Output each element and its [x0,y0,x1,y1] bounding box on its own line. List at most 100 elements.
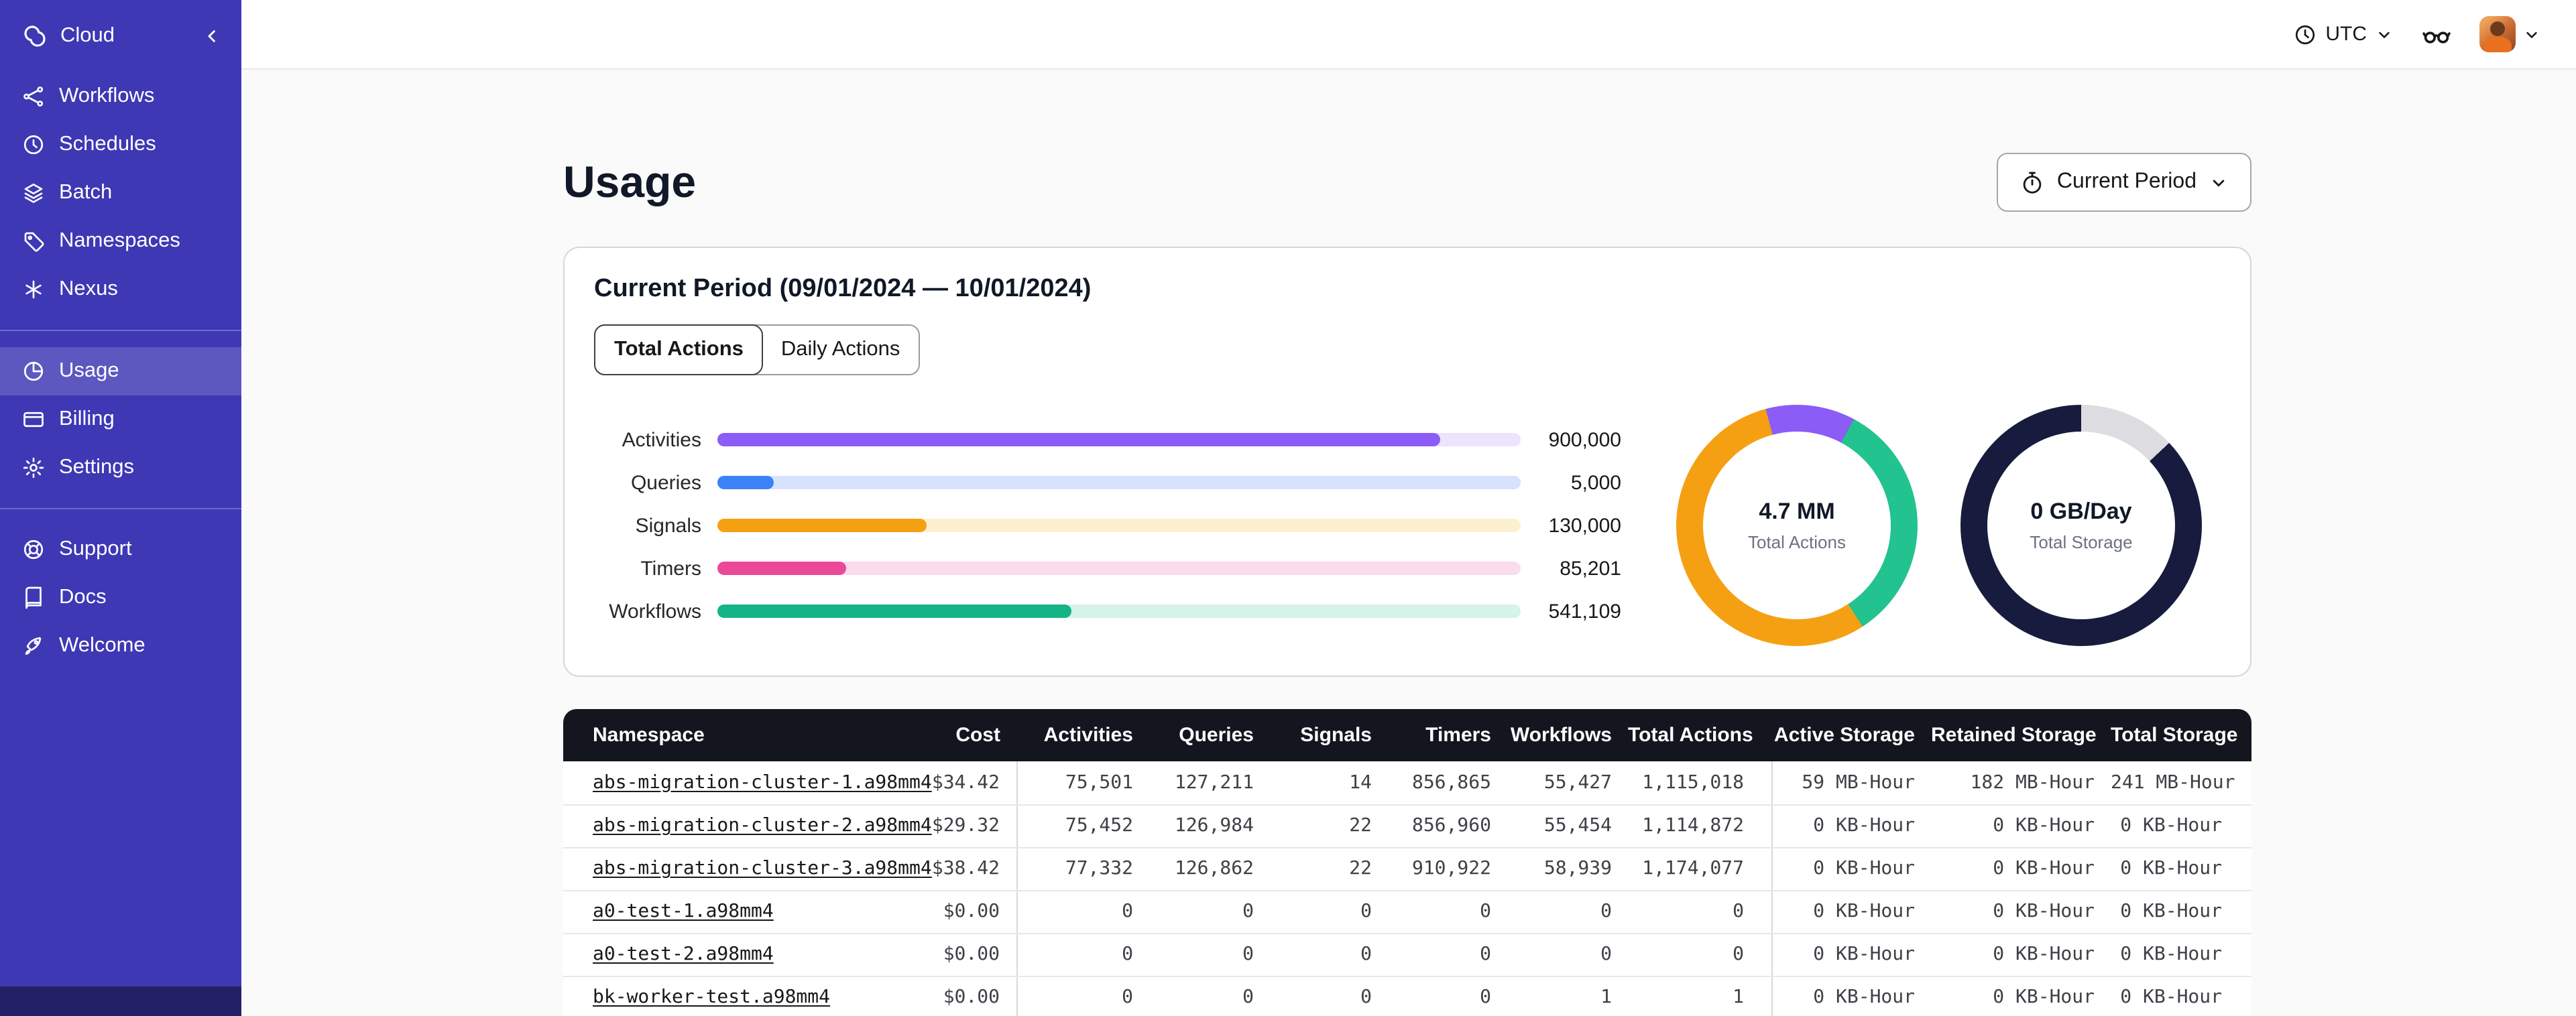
cell-queries: 0 [1149,976,1270,1016]
bar-label: Workflows [609,600,701,623]
collapse-sidebar-icon[interactable] [201,25,223,47]
cell-timers: 856,960 [1388,804,1507,848]
namespace-link[interactable]: abs-migration-cluster-1.a98mm4 [593,772,932,793]
col-header-active-storage: Active Storage [1773,724,1915,747]
sidebar-divider [0,508,241,509]
cell-workflows: 55,427 [1507,761,1628,805]
donut-center: 0 GB/Day Total Storage [1987,432,2175,619]
namespace-link[interactable]: abs-migration-cluster-3.a98mm4 [593,858,932,879]
sidebar-item-workflows[interactable]: Workflows [0,72,241,121]
sidebar-item-label: Namespaces [59,229,180,252]
cell-activities: 75,501 [1016,761,1149,805]
cell-activities: 0 [1016,933,1149,976]
namespace-link[interactable]: a0-test-2.a98mm4 [593,944,774,965]
cell-timers: 0 [1388,933,1507,976]
donut-center: 4.7 MM Total Actions [1703,432,1891,619]
sidebar-item-label: Settings [59,456,135,479]
usage-bar-chart: Activities 900,000 Queries 5,000 Signals… [594,418,1621,633]
cell-timers: 910,922 [1388,847,1507,891]
donut-value: 0 GB/Day [2030,499,2132,524]
namespace-link[interactable]: a0-test-1.a98mm4 [593,901,774,922]
namespace-link[interactable]: bk-worker-test.a98mm4 [593,987,830,1008]
docs-book-icon [21,586,46,610]
schedules-icon [21,133,46,157]
sidebar-item-docs[interactable]: Docs [0,574,241,622]
cell-total-actions: 1,115,018 [1628,761,1771,805]
account-menu[interactable] [2479,16,2541,52]
col-header-namespace: Namespace [593,724,705,747]
namespaces-icon [21,229,46,253]
cell-queries: 126,862 [1149,847,1270,891]
timezone-label: UTC [2325,23,2367,46]
bar-track [717,562,1521,575]
cell-namespace: a0-test-1.a98mm4 [563,890,896,934]
bar-row-activities: Activities 900,000 [594,418,1621,461]
bar-label: Timers [640,557,701,580]
col-header-cost: Cost [955,724,1000,747]
tab-total-actions[interactable]: Total Actions [594,324,764,375]
period-selector-button[interactable]: Current Period [1996,153,2251,212]
cell-namespace: abs-migration-cluster-2.a98mm4 [563,804,932,848]
cell-activities: 77,332 [1016,847,1149,891]
sidebar-item-label: Docs [59,586,107,609]
table-row: bk-worker-test.a98mm4 $0.00 0 0 0 0 1 1 … [563,976,2251,1016]
cell-total-actions: 0 [1628,933,1771,976]
bar-value: 5,000 [1570,471,1621,494]
card-title: Current Period (09/01/2024 — 10/01/2024) [594,275,1092,303]
tab-daily-actions[interactable]: Daily Actions [762,326,919,374]
sidebar-item-label: Support [59,537,132,560]
namespace-link[interactable]: abs-migration-cluster-2.a98mm4 [593,815,932,836]
sidebar-item-support[interactable]: Support [0,525,241,574]
col-header-workflows: Workflows [1510,724,1612,747]
user-avatar [2479,16,2516,52]
bar-fill [717,433,1441,446]
sidebar-item-schedules[interactable]: Schedules [0,121,241,169]
welcome-rocket-icon [21,634,46,658]
sidebar-divider [0,330,241,331]
timezone-selector[interactable]: UTC [2293,22,2394,46]
cell-retained-storage: 182 MB-Hour [1931,761,2111,805]
table-row: a0-test-2.a98mm4 $0.00 0 0 0 0 0 0 0 KB-… [563,933,2251,976]
sidebar-item-billing[interactable]: Billing [0,395,241,444]
cell-namespace: abs-migration-cluster-3.a98mm4 [563,847,932,891]
col-header-timers: Timers [1425,724,1491,747]
col-header-signals: Signals [1300,724,1372,747]
cell-namespace: abs-migration-cluster-1.a98mm4 [563,761,932,805]
cell-total-storage: 241 MB-Hour [2111,761,2251,805]
cell-retained-storage: 0 KB-Hour [1931,804,2111,848]
bar-row-timers: Timers 85,201 [594,547,1621,590]
bar-track [717,605,1521,618]
col-header-queries: Queries [1179,724,1254,747]
current-period-card: Current Period (09/01/2024 — 10/01/2024)… [563,247,2251,677]
donut-label: Total Storage [2030,532,2133,552]
total-actions-donut: 4.7 MM Total Actions [1676,405,1918,646]
cell-signals: 14 [1270,761,1388,805]
sidebar-item-nexus[interactable]: Nexus [0,265,241,314]
sidebar: Cloud Workflows Schedules Batch Namespac… [0,0,241,1016]
sidebar-item-label: Welcome [59,634,145,657]
sidebar-item-namespaces[interactable]: Namespaces [0,217,241,265]
cell-total-actions: 1,174,077 [1628,847,1771,891]
bar-row-signals: Signals 130,000 [594,504,1621,547]
sidebar-item-welcome[interactable]: Welcome [0,622,241,670]
sidebar-item-label: Nexus [59,277,118,300]
actions-tab-group: Total Actions Daily Actions [594,324,921,375]
support-lifebuoy-icon [21,537,46,562]
sidebar-item-usage[interactable]: Usage [0,347,241,395]
namespace-usage-table: Namespace Cost Activities Queries Signal… [563,709,2251,1016]
sidebar-footer [0,987,241,1016]
bar-track [717,433,1521,446]
cell-queries: 127,211 [1149,761,1270,805]
batch-icon [21,181,46,205]
sidebar-item-batch[interactable]: Batch [0,169,241,217]
cell-total-storage: 0 KB-Hour [2111,847,2251,891]
glasses-icon[interactable] [2420,18,2453,50]
cell-timers: 0 [1388,976,1507,1016]
col-header-total-storage: Total Storage [2111,724,2238,747]
chevron-down-icon [2522,25,2541,44]
page-content: Usage Current Period Current Period (09/… [241,70,2576,1016]
bar-fill [717,605,1071,618]
bar-value: 900,000 [1548,428,1621,451]
sidebar-item-settings[interactable]: Settings [0,444,241,492]
bar-value: 85,201 [1560,557,1621,580]
